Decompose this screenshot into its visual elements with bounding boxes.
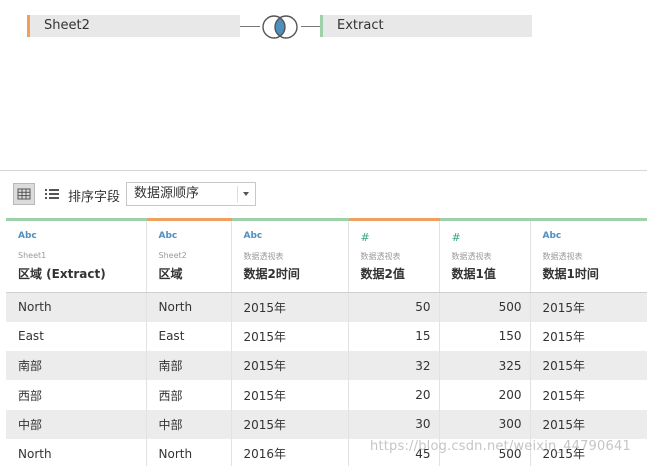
grid-toolbar: 排序字段 数据源顺序 [0,180,647,210]
table-cell[interactable]: 2015年 [530,380,647,410]
table-cell[interactable]: 150 [439,321,531,352]
table-cell[interactable]: 500 [439,292,531,322]
table-row[interactable]: East East 2015年 15 150 2015年 [6,321,647,352]
table-cell[interactable]: 中部 [146,409,232,439]
table-cell[interactable]: 西部 [146,380,232,410]
table-row[interactable]: 中部 中部 2015年 30 300 2015年 [6,409,647,439]
column-name: 区域 [158,267,183,281]
table-cell[interactable]: 200 [439,380,531,410]
column-source: 数据透视表 [360,252,401,261]
table-cell[interactable]: 2015年 [231,321,349,352]
table-cell[interactable]: 2015年 [231,292,349,322]
table-cell[interactable]: 50 [348,292,440,322]
table-cell[interactable]: 2015年 [231,380,349,410]
grid-view-button[interactable] [13,183,35,205]
table-cell[interactable]: North [146,438,232,466]
column-header[interactable]: Abc 数据透视表 数据2时间 [231,218,349,293]
number-type-icon[interactable]: # [452,231,522,244]
column-source: 数据透视表 [451,252,492,261]
table-cell[interactable]: 20 [348,380,440,410]
watermark: https://blog.csdn.net/weixin_44790641 [370,439,631,454]
table-cell[interactable]: 325 [439,351,531,381]
table-cell[interactable]: 2015年 [530,292,647,322]
table-cell[interactable]: 300 [439,409,531,439]
table-cell[interactable]: 2015年 [530,321,647,352]
table-cell[interactable]: 2016年 [231,438,349,466]
table-cell[interactable]: 2015年 [530,409,647,439]
string-type-icon[interactable]: Abc [244,231,340,243]
table-cell[interactable]: 南部 [146,351,232,381]
column-name: 数据1时间 [542,267,599,281]
number-type-icon[interactable]: # [361,231,431,244]
column-name: 数据2时间 [243,267,300,281]
table-cell[interactable]: 2015年 [231,409,349,439]
venn-inner-join-icon[interactable] [259,14,301,40]
table-cell[interactable]: 32 [348,351,440,381]
sort-field-dropdown[interactable]: 数据源顺序 [126,182,256,206]
table-pill-label: Sheet2 [44,18,90,33]
table-pill-sheet2[interactable]: Sheet2 [27,15,240,37]
column-source: Sheet2 [158,251,187,260]
table-cell[interactable]: 30 [348,409,440,439]
join-connector-left [240,26,260,27]
string-type-icon[interactable]: Abc [18,231,138,243]
table-cell[interactable]: 南部 [6,351,147,381]
column-name: 数据1值 [451,267,496,281]
data-grid: Abc Sheet1 区域 (Extract) Abc Sheet2 区域 Ab… [6,218,647,466]
list-icon [45,189,59,199]
data-table: Abc Sheet1 区域 (Extract) Abc Sheet2 区域 Ab… [6,218,647,466]
string-type-icon[interactable]: Abc [543,231,639,243]
column-name: 区域 (Extract) [18,267,106,281]
column-header[interactable]: Abc Sheet2 区域 [146,218,232,293]
join-connector-right [301,26,320,27]
table-cell[interactable]: 2015年 [231,351,349,381]
join-canvas: Sheet2 Extract [0,0,647,170]
table-cell[interactable]: North [146,292,232,322]
grid-icon [17,188,31,200]
table-row[interactable]: North North 2015年 50 500 2015年 [6,292,647,322]
table-cell[interactable]: North [6,292,147,322]
list-view-button[interactable] [43,183,61,205]
column-name: 数据2值 [360,267,405,281]
table-cell[interactable]: East [146,321,232,352]
column-header[interactable]: # 数据透视表 数据2值 [348,218,440,293]
table-cell[interactable]: East [6,321,147,352]
string-type-icon[interactable]: Abc [159,231,223,243]
header-row: Abc Sheet1 区域 (Extract) Abc Sheet2 区域 Ab… [6,218,647,293]
table-cell[interactable]: 15 [348,321,440,352]
column-header[interactable]: # 数据透视表 数据1值 [439,218,531,293]
table-cell[interactable]: 西部 [6,380,147,410]
table-cell[interactable]: North [6,438,147,466]
chevron-down-icon [243,192,249,196]
table-row[interactable]: 西部 西部 2015年 20 200 2015年 [6,380,647,410]
table-pill-label: Extract [337,18,384,33]
column-header[interactable]: Abc 数据透视表 数据1时间 [530,218,647,293]
dropdown-separator [237,186,238,202]
sort-field-value: 数据源顺序 [134,186,200,201]
column-source: 数据透视表 [243,252,284,261]
column-source: Sheet1 [18,251,47,260]
column-header[interactable]: Abc Sheet1 区域 (Extract) [6,218,147,293]
table-pill-extract[interactable]: Extract [320,15,532,37]
table-cell[interactable]: 2015年 [530,351,647,381]
table-row[interactable]: 南部 南部 2015年 32 325 2015年 [6,351,647,381]
panel-divider[interactable] [0,170,647,171]
table-cell[interactable]: 中部 [6,409,147,439]
column-source: 数据透视表 [542,252,583,261]
sort-field-label: 排序字段 [68,190,121,205]
